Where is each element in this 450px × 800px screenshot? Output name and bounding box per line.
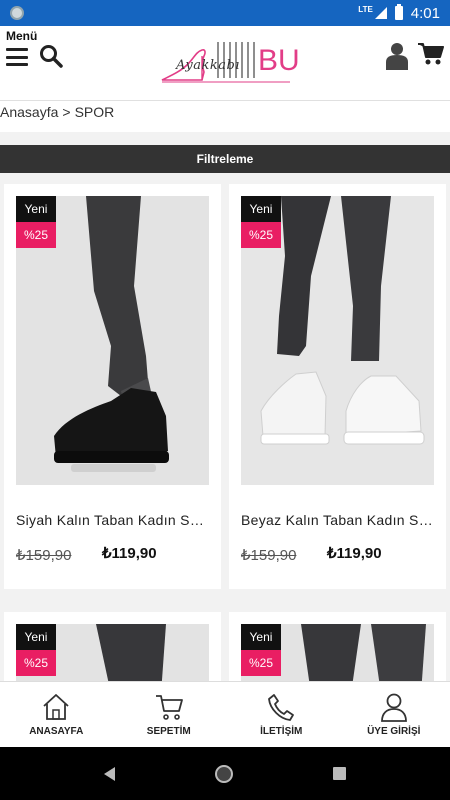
network-type: LTE xyxy=(358,4,373,14)
old-price: ₺159,90 xyxy=(241,547,297,564)
hamburger-menu-icon[interactable] xyxy=(6,48,28,66)
new-badge: Yeni xyxy=(16,624,56,650)
product-card[interactable]: Yeni %25 Siyah Kalın Taban Kadın Spor Ay… xyxy=(4,184,221,589)
price: ₺119,90 xyxy=(102,545,157,562)
new-badge: Yeni xyxy=(16,196,56,222)
breadcrumb-home[interactable]: Anasayfa xyxy=(0,104,58,120)
breadcrumb-bar: Anasayfa > SPOR xyxy=(0,100,450,132)
menu-label[interactable]: Menü xyxy=(6,29,37,43)
discount-badge: %25 xyxy=(241,650,281,676)
product-card[interactable]: Yeni %25 xyxy=(4,612,221,694)
breadcrumb-separator: > xyxy=(62,104,71,120)
breadcrumb-current: SPOR xyxy=(74,104,115,120)
nav-cart-label: SEPETİM xyxy=(146,726,191,737)
discount-badge: %25 xyxy=(16,222,56,248)
status-bar: LTE 4:01 xyxy=(0,0,450,26)
search-icon[interactable] xyxy=(39,44,63,68)
cart-icon xyxy=(155,695,183,720)
product-name[interactable]: Beyaz Kalın Taban Kadın Spor Ayakkabı xyxy=(241,512,434,528)
discount-badge: %25 xyxy=(241,222,281,248)
user-icon xyxy=(380,693,407,722)
nav-contact-label: İLETİŞİM xyxy=(260,726,303,737)
phone-icon xyxy=(268,694,295,721)
back-icon[interactable] xyxy=(104,766,115,781)
filter-button[interactable]: Filtreleme xyxy=(0,145,450,173)
product-card[interactable]: Yeni %25 xyxy=(229,612,446,694)
price: ₺119,90 xyxy=(327,545,382,562)
notification-icon xyxy=(10,6,24,20)
nav-contact[interactable]: İLETİŞİM xyxy=(225,682,338,747)
recent-apps-icon[interactable] xyxy=(333,767,346,780)
discount-badge: %25 xyxy=(16,650,56,676)
logo-text: Ayakkabı xyxy=(176,58,240,73)
system-navigation-bar xyxy=(0,747,450,800)
product-card[interactable]: Yeni %25 Beyaz Kalın Taban Kadın Spor Ay… xyxy=(229,184,446,589)
nav-cart[interactable]: SEPETİM xyxy=(113,682,226,747)
product-image[interactable]: Yeni %25 xyxy=(241,196,434,485)
battery-icon xyxy=(394,4,403,20)
logo-bu: BU xyxy=(258,44,300,77)
nav-login[interactable]: ÜYE GİRİŞİ xyxy=(338,682,450,747)
product-image[interactable]: Yeni %25 xyxy=(16,196,209,485)
system-home-icon[interactable] xyxy=(215,764,233,783)
nav-login-label: ÜYE GİRİŞİ xyxy=(367,726,421,737)
nav-home-label: ANASAYFA xyxy=(29,726,84,737)
new-badge: Yeni xyxy=(241,624,281,650)
cart-icon[interactable] xyxy=(418,42,444,66)
new-badge: Yeni xyxy=(241,196,281,222)
breadcrumb: Anasayfa > SPOR xyxy=(0,104,118,120)
account-icon[interactable] xyxy=(386,42,408,70)
signal-icon xyxy=(374,7,387,19)
site-logo[interactable]: Ayakkabı BU xyxy=(158,36,300,88)
clock: 4:01 xyxy=(410,4,440,22)
home-icon xyxy=(43,694,69,720)
old-price: ₺159,90 xyxy=(16,547,72,564)
product-name[interactable]: Siyah Kalın Taban Kadın Spor Ayakkabı xyxy=(16,512,209,528)
app-header: Menü Ayakkabı BU xyxy=(0,26,450,100)
nav-home[interactable]: ANASAYFA xyxy=(0,682,113,747)
bottom-navigation: ANASAYFA SEPETİM İLETİŞİM ÜYE GİRİŞİ xyxy=(0,681,450,747)
